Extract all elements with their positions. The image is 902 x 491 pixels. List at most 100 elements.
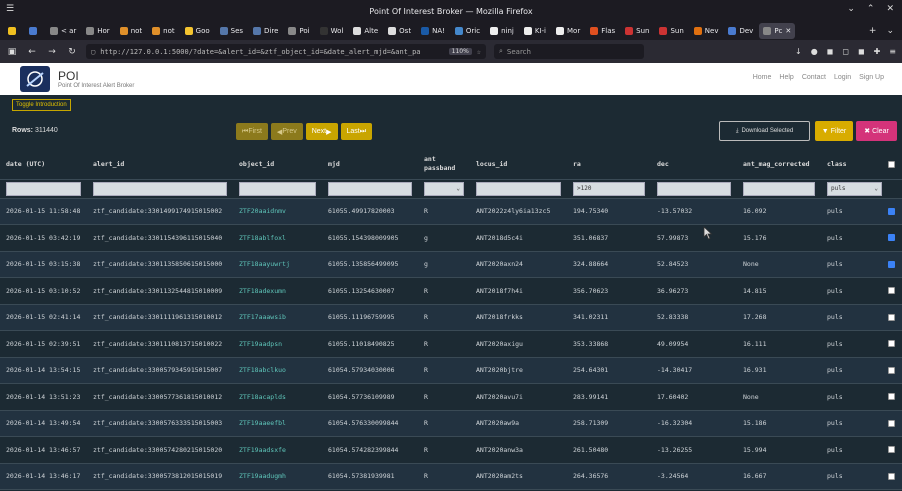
new-tab-icon[interactable]: + — [869, 26, 877, 36]
nav-contact-link[interactable]: Contact — [802, 74, 826, 81]
filter-locus-id-input[interactable] — [476, 181, 561, 196]
next-page-button[interactable]: Next ▶ — [305, 123, 338, 140]
table-row[interactable]: 2026-01-14 13:51:23 ztf_candidate:3300577… — [0, 383, 902, 411]
url-bar[interactable]: ▢ http://127.0.0.1:5000/?date=&alert_id=… — [86, 44, 486, 59]
table-row[interactable]: 2026-01-15 02:39:51 ztf_candidate:3301110… — [0, 330, 902, 358]
row-select-checkbox[interactable] — [888, 234, 895, 242]
prev-page-button[interactable]: ◀ Prev — [270, 123, 303, 140]
nav-home-link[interactable]: Home — [753, 74, 772, 81]
browser-tab[interactable]: Nev — [690, 23, 723, 39]
filter-ra-input[interactable]: >120 — [573, 181, 645, 196]
page-info-icon[interactable]: ▢ — [91, 48, 95, 56]
cell-object-id[interactable]: ZTF19aadpsn — [233, 330, 322, 358]
cell-object-id[interactable]: ZTF18adexumn — [233, 277, 322, 305]
row-select-checkbox[interactable] — [888, 260, 895, 268]
col-class[interactable]: class — [821, 150, 888, 180]
sidebar-icon[interactable]: ▣ — [6, 47, 18, 57]
browser-tab[interactable]: Goo — [181, 23, 214, 39]
filter-dec-input[interactable] — [657, 181, 731, 196]
table-row[interactable]: 2026-01-15 02:41:14 ztf_candidate:3301111… — [0, 304, 902, 331]
table-row[interactable]: 2026-01-14 13:46:17 ztf_candidate:3300573… — [0, 463, 902, 490]
browser-tab[interactable]: Ses — [216, 23, 247, 39]
browser-tab[interactable]: Wol — [316, 23, 348, 39]
cell-object-id[interactable]: ZTF18ablfoxl — [233, 224, 322, 252]
filter-object-id-input[interactable] — [239, 181, 316, 196]
filter-mjd-input[interactable] — [328, 181, 412, 196]
menu-icon[interactable]: ≡ — [889, 47, 896, 56]
col-dec[interactable]: dec — [651, 150, 737, 180]
cell-object-id[interactable]: ZTF19aadugmh — [233, 463, 322, 490]
table-row[interactable]: 2026-01-15 03:10:52 ztf_candidate:3301132… — [0, 277, 902, 305]
browser-tab[interactable]: Dire — [249, 23, 282, 39]
browser-tab[interactable]: KI-i — [520, 23, 550, 39]
row-select-checkbox[interactable] — [888, 340, 895, 348]
browser-tab[interactable]: not — [116, 23, 146, 39]
row-select-checkbox[interactable] — [888, 446, 895, 454]
col-object-id[interactable]: object_id — [233, 150, 322, 180]
col-alert-id[interactable]: alert_id — [87, 150, 233, 180]
browser-tab[interactable] — [4, 23, 23, 39]
row-select-checkbox[interactable] — [888, 472, 895, 480]
filter-mag-input[interactable] — [743, 181, 815, 196]
cell-object-id[interactable]: ZTF18acaplds — [233, 383, 322, 411]
select-all-checkbox[interactable] — [888, 160, 895, 168]
toggle-introduction-button[interactable]: Toggle Introduction — [12, 99, 71, 111]
chevron-down-icon[interactable]: ⌄ — [847, 4, 855, 14]
cell-object-id[interactable]: ZTF18aayuwrtj — [233, 251, 322, 278]
col-mjd[interactable]: mjd — [322, 150, 418, 180]
row-select-checkbox[interactable] — [888, 287, 895, 295]
col-mag[interactable]: ant_mag_corrected — [737, 150, 821, 180]
cell-object-id[interactable]: ZTF20aaidnmv — [233, 198, 322, 225]
filter-class-select[interactable]: puls ⌄ — [827, 181, 882, 196]
browser-tab[interactable]: Dev — [724, 23, 757, 39]
browser-tab[interactable]: Hor — [82, 23, 113, 39]
close-icon[interactable]: ✕ — [886, 4, 894, 14]
browser-tab[interactable]: Oric — [451, 23, 484, 39]
browser-tab[interactable]: < ar — [46, 23, 80, 39]
col-ra[interactable]: ra — [567, 150, 651, 180]
reload-icon[interactable]: ↻ — [66, 47, 78, 57]
col-date[interactable]: date (UTC) — [0, 150, 87, 180]
browser-tab[interactable]: Alte — [349, 23, 382, 39]
cell-object-id[interactable]: ZTF19aadsxfe — [233, 436, 322, 464]
browser-tab[interactable]: Ost — [384, 23, 415, 39]
table-row[interactable]: 2026-01-15 03:15:38 ztf_candidate:3301135… — [0, 251, 902, 278]
downloads-icon[interactable]: ↓ — [795, 47, 802, 56]
row-select-checkbox[interactable] — [888, 393, 895, 401]
first-page-button[interactable]: ⏮ First — [236, 123, 268, 140]
table-row[interactable]: 2026-01-15 03:42:19 ztf_candidate:3301154… — [0, 224, 902, 252]
forward-icon[interactable]: → — [46, 47, 58, 57]
browser-tab[interactable]: Sun — [655, 23, 687, 39]
row-select-checkbox[interactable] — [888, 419, 895, 427]
zoom-level[interactable]: 110% — [448, 48, 472, 55]
cell-object-id[interactable]: ZTF17aaawsib — [233, 304, 322, 331]
col-passband[interactable]: ant passband — [418, 150, 470, 180]
nav-login-link[interactable]: Login — [834, 74, 851, 81]
table-row[interactable]: 2026-01-14 13:54:15 ztf_candidate:3300579… — [0, 357, 902, 384]
search-box[interactable]: ⌕ Search — [494, 44, 644, 59]
row-select-checkbox[interactable] — [888, 313, 895, 321]
filter-passband-select[interactable]: ⌄ — [424, 181, 464, 196]
extension-icon-3[interactable]: ◼ — [858, 47, 865, 56]
poi-logo[interactable] — [20, 66, 50, 92]
browser-tab[interactable]: Pc ✕ — [759, 23, 796, 39]
list-tabs-icon[interactable]: ⌄ — [886, 26, 894, 36]
cell-object-id[interactable]: ZTF18abclkuo — [233, 357, 322, 384]
cell-object-id[interactable]: ZTF19aaeefbl — [233, 410, 322, 437]
nav-help-link[interactable]: Help — [779, 74, 793, 81]
table-row[interactable]: 2026-01-15 11:58:48 ztf_candidate:3301499… — [0, 198, 902, 225]
browser-tab[interactable]: Mor — [552, 23, 584, 39]
bookmark-star-icon[interactable]: ☆ — [477, 48, 481, 56]
close-tab-icon[interactable]: ✕ — [785, 27, 791, 35]
browser-tab[interactable]: ninj — [486, 23, 518, 39]
browser-tab[interactable] — [25, 23, 44, 39]
table-row[interactable]: 2026-01-14 13:49:54 ztf_candidate:3300576… — [0, 410, 902, 437]
table-row[interactable]: 2026-01-14 13:46:57 ztf_candidate:3300574… — [0, 436, 902, 464]
account-icon[interactable]: ● — [811, 47, 818, 56]
back-icon[interactable]: ← — [26, 47, 38, 57]
filter-button[interactable]: ▼ Filter — [815, 121, 853, 141]
clear-button[interactable]: ✖ Clear — [856, 121, 897, 141]
browser-tab[interactable]: not — [148, 23, 178, 39]
last-page-button[interactable]: Last ⏭ — [340, 123, 373, 140]
extensions-icon[interactable]: ✚ — [874, 47, 881, 56]
